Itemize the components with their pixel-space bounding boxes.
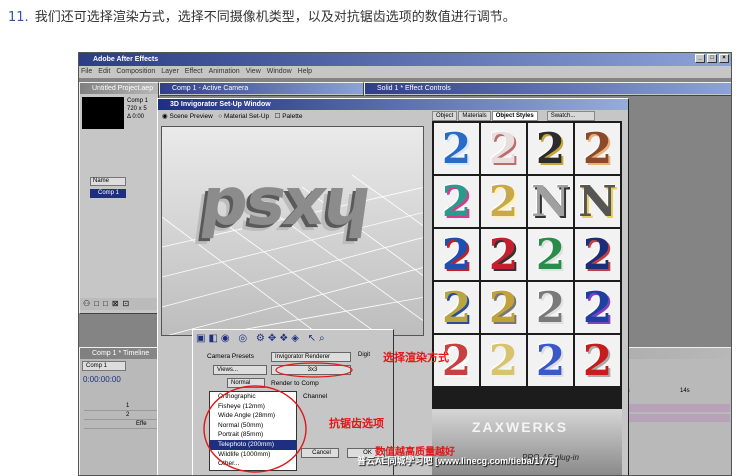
project-info-line: Δ 0:00 <box>127 114 145 120</box>
project-toolbar-icons: ⚇□□⊠⊡ <box>80 298 158 310</box>
effect-title: Solid 1 * Effect Controls <box>365 83 731 94</box>
scene-viewport[interactable]: hxsd <box>161 126 424 336</box>
timecode[interactable]: 0:00:00:00 <box>83 375 121 384</box>
ae-titlebar: Adobe After Effects _ □ × <box>79 53 731 66</box>
object-style-tile[interactable]: 2 <box>434 229 479 280</box>
object-style-tile[interactable]: 2 <box>481 229 526 280</box>
menu-file[interactable]: File <box>81 68 92 75</box>
object-style-tile[interactable]: 2 <box>434 123 479 174</box>
3d-text-hxsd: hxsd <box>196 172 376 249</box>
object-style-tile[interactable]: 2 <box>575 229 620 280</box>
project-panel: Untitled Project.aep Comp 1 720 x 5 Δ 0:… <box>79 82 159 314</box>
menu-animation[interactable]: Animation <box>209 68 240 75</box>
step-text: 我们还可选择渲染方式，选择不同摄像机类型，以及对抗锯齿选项的数值进行调节。 <box>34 10 516 25</box>
footer-watermark: 普云AE同城学习吧 [www.linecg.com/tieba/1775] <box>357 456 558 466</box>
material-setup-radio[interactable]: ○ Material Set-Up <box>218 113 269 120</box>
object-style-tile[interactable]: 2 <box>481 176 526 227</box>
object-style-tile[interactable]: 2 <box>528 335 573 386</box>
project-col-header[interactable]: Name <box>90 177 126 186</box>
ruler-label: 14s <box>680 388 690 394</box>
step-caption: 11. 我们还可选择渲染方式，选择不同摄像机类型，以及对抗锯齿选项的数值进行调节。 <box>8 6 516 25</box>
zaxwerks-logo: ZAXWERKS <box>472 419 569 435</box>
menu-effect[interactable]: Effect <box>185 68 203 75</box>
menu-composition[interactable]: Composition <box>116 68 155 75</box>
step-number: 11. <box>8 10 29 25</box>
comp-thumbnail <box>82 97 124 129</box>
ae-title: Adobe After Effects <box>93 56 159 63</box>
object-style-tile[interactable]: 2 <box>481 123 526 174</box>
menu-view[interactable]: View <box>246 68 261 75</box>
object-style-tile[interactable]: N <box>528 176 573 227</box>
project-title: Untitled Project.aep <box>80 83 158 94</box>
object-style-tile[interactable]: 2 <box>434 282 479 333</box>
maximize-button[interactable]: □ <box>707 54 717 63</box>
object-style-tile[interactable]: 2 <box>575 282 620 333</box>
scene-preview-radio[interactable]: ◉ Scene Preview <box>162 113 213 120</box>
red-oval-marker <box>275 362 353 378</box>
invigorator-title: 3D Invigorator Set-Up Window <box>158 99 628 110</box>
tool-icons[interactable]: ▣◧◉ ◎ ⚙✥❖◈ ↖⌕ <box>196 333 328 344</box>
tab-materials[interactable]: Materials <box>458 111 491 121</box>
menu-edit[interactable]: Edit <box>98 68 110 75</box>
object-style-tile[interactable]: 2 <box>528 123 573 174</box>
views-select[interactable]: Views... <box>213 365 267 375</box>
project-info-line: Comp 1 <box>127 98 149 104</box>
object-style-tile[interactable]: 2 <box>575 335 620 386</box>
menu-help[interactable]: Help <box>298 68 312 75</box>
effect-panel: Solid 1 * Effect Controls <box>364 82 731 96</box>
menu-layer[interactable]: Layer <box>161 68 179 75</box>
menu-window[interactable]: Window <box>267 68 292 75</box>
camera-presets-label: Camera Presets <box>207 353 254 360</box>
annotation-antialias: 抗锯齿选项 <box>329 417 384 430</box>
minimize-button[interactable]: _ <box>695 54 705 63</box>
swatch-select[interactable]: Swatch... <box>546 111 595 121</box>
palette-checkbox[interactable]: ☐ Palette <box>275 113 303 120</box>
object-style-tile[interactable]: 2 <box>434 176 479 227</box>
close-button[interactable]: × <box>719 54 729 63</box>
object-style-tile[interactable]: 2 <box>575 123 620 174</box>
object-style-tile[interactable]: 2 <box>528 282 573 333</box>
camera-title: Comp 1 - Active Camera <box>160 83 363 94</box>
ae-menubar: File Edit Composition Layer Effect Animation V… <box>79 66 731 78</box>
timeline-tab[interactable]: Comp 1 <box>82 361 126 371</box>
digit-label: Digit <box>358 352 371 358</box>
project-item-comp[interactable]: Comp 1 <box>90 189 126 198</box>
annotation-render: 选择渲染方式 <box>383 351 449 364</box>
tab-object-styles[interactable]: Object Styles <box>491 111 538 121</box>
object-style-tile[interactable]: N <box>575 176 620 227</box>
camera-panel: Comp 1 - Active Camera <box>159 82 364 96</box>
object-style-tile[interactable]: 2 <box>481 282 526 333</box>
tab-object[interactable]: Object <box>432 111 458 121</box>
project-info-line: 720 x 5 <box>127 106 147 112</box>
screenshot-frame: Adobe After Effects _ □ × File Edit Compos… <box>78 52 732 476</box>
object-style-tile[interactable]: 2 <box>528 229 573 280</box>
red-circle-marker <box>203 385 307 473</box>
object-style-tile[interactable]: 2 <box>481 335 526 386</box>
